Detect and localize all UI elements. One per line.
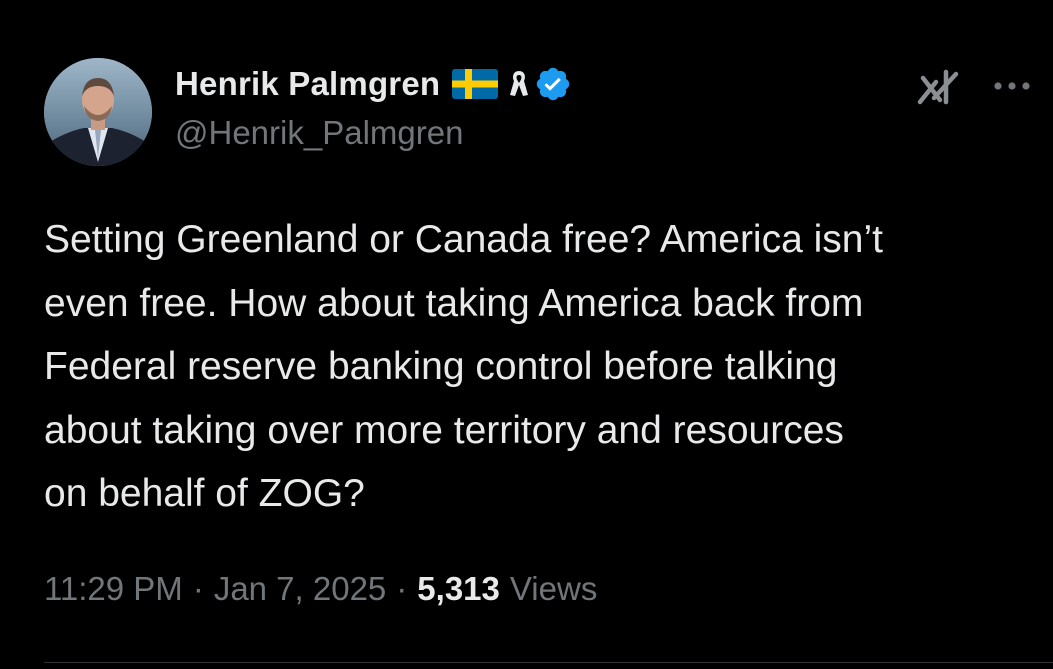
meta-separator: · (396, 570, 408, 607)
tweet-text-line: on behalf of ZOG? (44, 472, 365, 515)
sweden-flag-icon (452, 69, 499, 99)
tweet-date[interactable]: Jan 7, 2025 (214, 570, 386, 608)
tweet-text-line: Setting Greenland or Canada free? Americ… (44, 218, 883, 261)
author-display-name[interactable]: Henrik Palmgren (175, 65, 440, 103)
tweet-time[interactable]: 11:29 PM (44, 570, 183, 608)
more-options-icon[interactable] (990, 76, 1034, 96)
verified-badge-icon[interactable] (534, 65, 572, 103)
views-count: 5,313 (417, 570, 500, 607)
meta-separator: · (192, 570, 204, 607)
tweet-text: Setting Greenland or Canada free? Americ… (44, 208, 1044, 526)
views-label: Views (509, 570, 598, 607)
grok-icon[interactable] (916, 68, 962, 106)
divider (44, 662, 1053, 663)
author-name-row: Henrik Palmgren (175, 62, 572, 106)
tweet-text-line: about taking over more territory and res… (44, 408, 844, 452)
tweet-text-line: even free. How about taking America back… (44, 281, 864, 325)
ribbon-icon (508, 69, 530, 99)
tweet-text-line: Federal reserve banking control before t… (44, 345, 838, 388)
avatar-image (44, 58, 152, 166)
avatar[interactable] (44, 58, 152, 166)
author-handle[interactable]: @Henrik_Palmgren (175, 114, 463, 152)
tweet-card: Henrik Palmgren @Henrik_Palmgren Setting… (0, 0, 1053, 669)
tweet-meta: 11:29 PM · Jan 7, 2025 · 5,313 Views (44, 570, 597, 608)
